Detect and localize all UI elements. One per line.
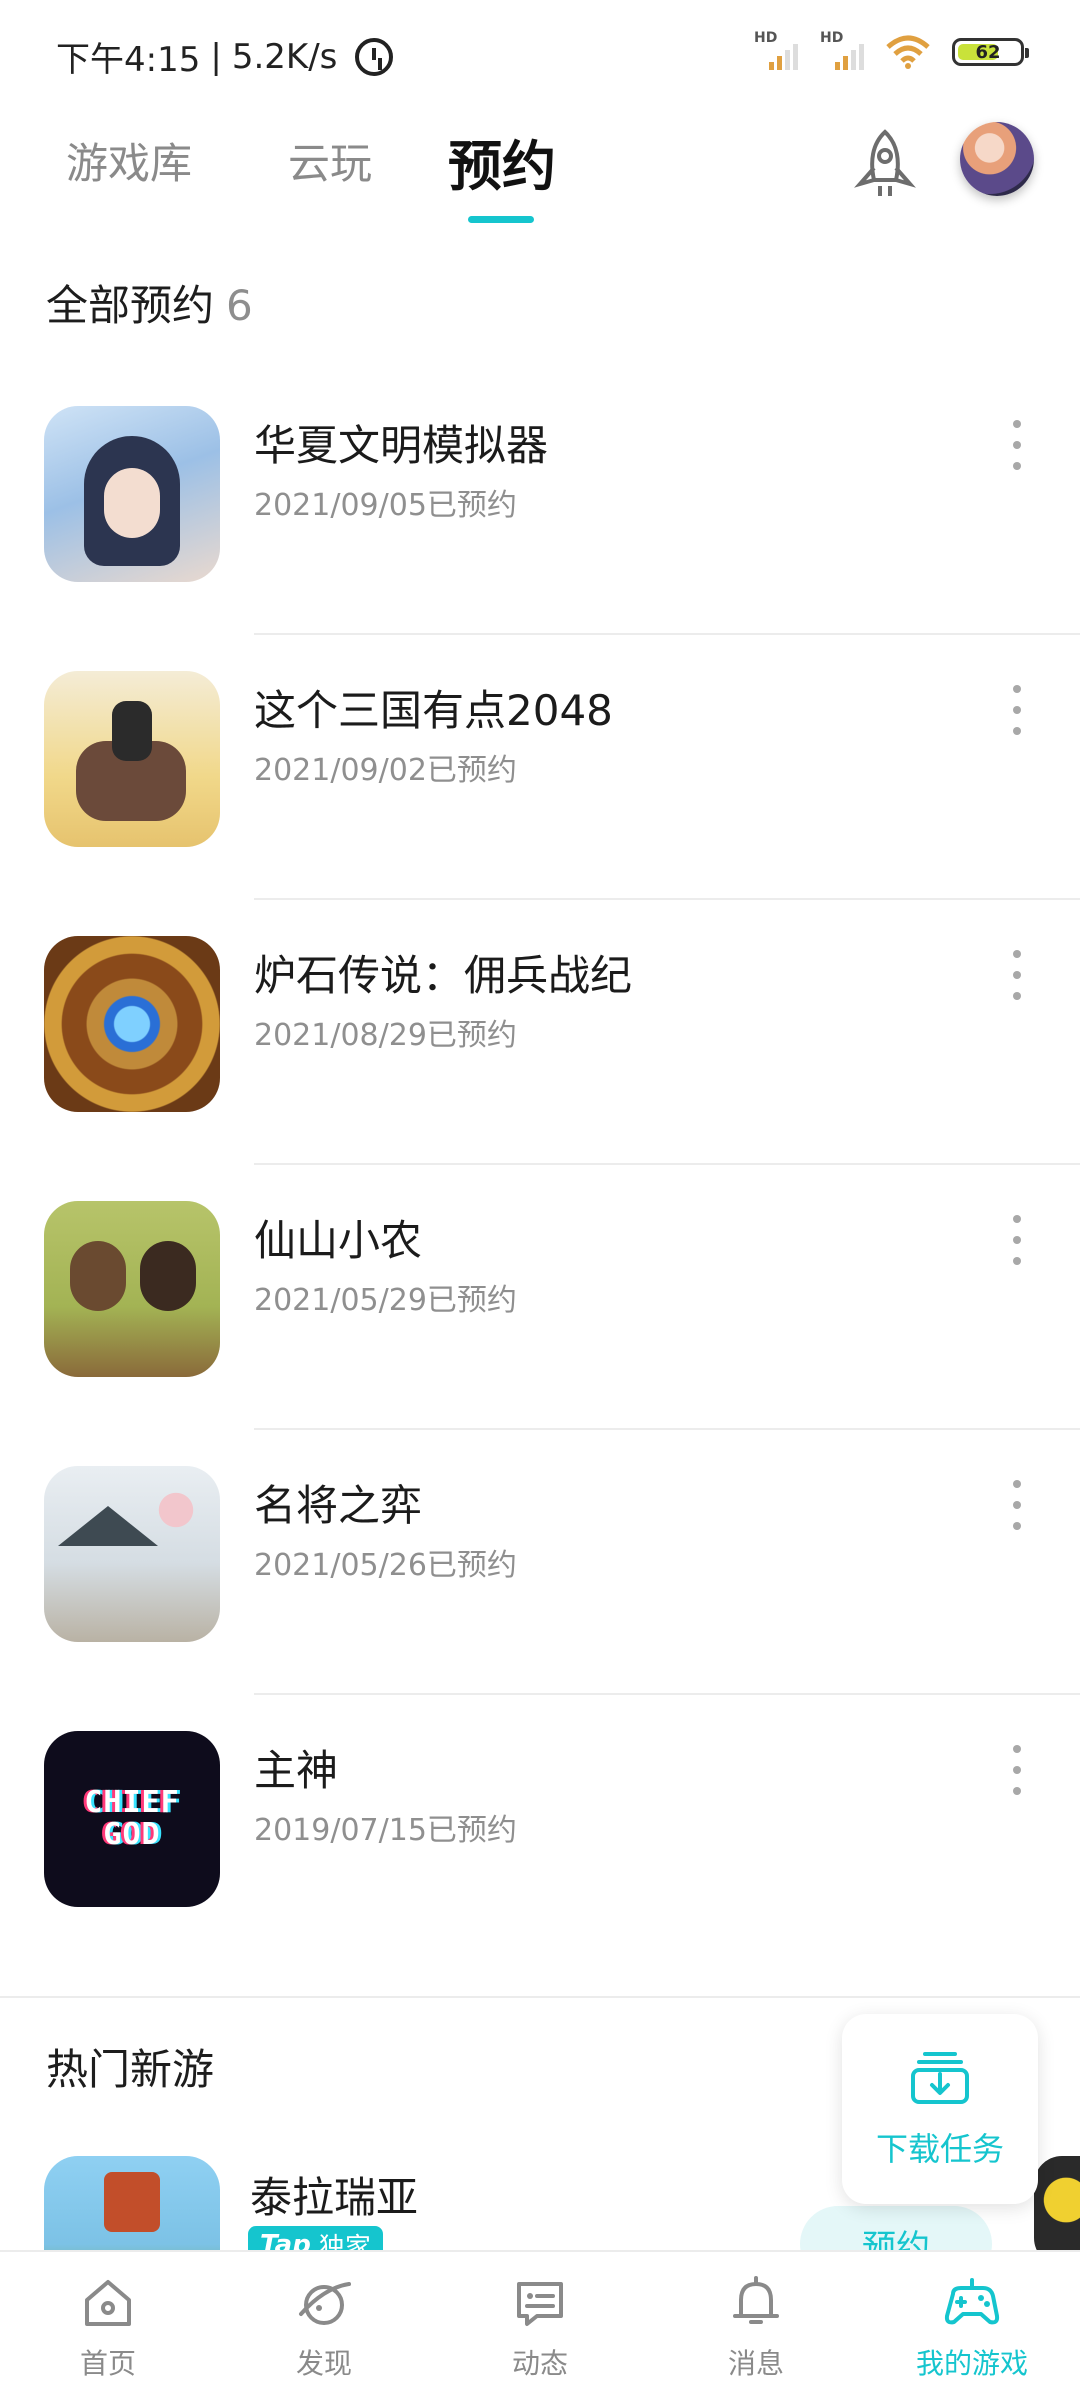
reservations-title: 全部预约: [46, 281, 215, 330]
nav-item-home[interactable]: 首页: [0, 2252, 216, 2400]
tab-game-library[interactable]: 游戏库: [66, 130, 192, 191]
reservation-date: 2021/09/05已预约: [254, 488, 517, 523]
game-name: 泰拉瑞亚: [250, 2173, 419, 2222]
download-icon: [909, 2048, 971, 2106]
nav-label-feed: 动态: [511, 2347, 568, 2380]
battery-level: 62: [975, 41, 1001, 63]
status-bar: 下午4:15 | 5.2K/s HD HD 62: [0, 0, 1080, 100]
reservation-date: 2019/07/15已预约: [254, 1813, 517, 1848]
chief-god-logo: CHIEF GOD: [84, 1785, 180, 1852]
reservations-count: 6: [226, 281, 253, 330]
bottom-nav: 首页 发现 动态 消息 我的游戏: [0, 2250, 1080, 2400]
gamepad-icon: [944, 2278, 1000, 2325]
reservation-date: 2021/09/02已预约: [254, 753, 517, 788]
game-icon[interactable]: [44, 1201, 220, 1377]
tab-reservations[interactable]: 预约: [448, 122, 556, 201]
game-name: 主神: [254, 1746, 339, 1795]
nav-item-my-games[interactable]: 我的游戏: [864, 2252, 1080, 2400]
game-icon[interactable]: [44, 671, 220, 847]
nav-label-my-games: 我的游戏: [915, 2347, 1028, 2380]
game-icon[interactable]: [44, 1466, 220, 1642]
reservation-date: 2021/05/26已预约: [254, 1548, 517, 1583]
network-speed: 5.2K/s: [231, 36, 338, 77]
nav-label-home: 首页: [79, 2347, 136, 2380]
tab-indicator: [468, 216, 534, 223]
reservations-header: 全部预约 6: [46, 272, 253, 333]
list-item[interactable]: 华夏文明模拟器 2021/09/05已预约: [0, 370, 1080, 635]
nav-item-discover[interactable]: 发现: [216, 2252, 432, 2400]
list-item[interactable]: CHIEF GOD 主神 2019/07/15已预约: [0, 1695, 1080, 1960]
game-icon[interactable]: CHIEF GOD: [44, 1731, 220, 1907]
signal-icon: HD: [754, 30, 798, 70]
reservation-list: 华夏文明模拟器 2021/09/05已预约 这个三国有点2048 2021/09…: [0, 370, 1080, 1960]
nav-item-messages[interactable]: 消息: [648, 2252, 864, 2400]
game-name: 华夏文明模拟器: [254, 421, 549, 470]
discover-icon: [299, 2282, 351, 2325]
nav-item-feed[interactable]: 动态: [432, 2252, 648, 2400]
status-separator: |: [210, 36, 222, 77]
bell-icon: [733, 2276, 779, 2324]
alarm-icon: [355, 37, 394, 76]
game-name: 仙山小农: [254, 1216, 423, 1265]
more-options-icon[interactable]: [1002, 420, 1032, 470]
more-options-icon[interactable]: [1002, 1745, 1032, 1795]
list-item[interactable]: 名将之弈 2021/05/26已预约: [0, 1430, 1080, 1695]
more-options-icon[interactable]: [1002, 950, 1032, 1000]
feed-icon: [517, 2282, 563, 2326]
list-item[interactable]: 这个三国有点2048 2021/09/02已预约: [0, 635, 1080, 900]
game-icon[interactable]: [44, 406, 220, 582]
top-tabs: 游戏库 云玩 预约: [0, 110, 1080, 230]
signal-icon: HD: [820, 30, 864, 70]
download-tasks-label: 下载任务: [875, 2130, 1004, 2168]
more-options-icon[interactable]: [1002, 685, 1032, 735]
download-tasks-button[interactable]: 下载任务: [842, 2014, 1038, 2204]
status-right: HD HD 62: [754, 30, 1029, 70]
battery-icon: 62: [952, 38, 1029, 66]
hot-new-title: 热门新游: [46, 2045, 215, 2094]
nav-label-discover: 发现: [295, 2347, 352, 2380]
game-name: 这个三国有点2048: [254, 686, 613, 735]
section-divider: [0, 1996, 1080, 1998]
nav-label-messages: 消息: [727, 2347, 784, 2380]
rocket-icon[interactable]: [852, 128, 918, 202]
reservation-date: 2021/08/29已预约: [254, 1018, 517, 1053]
avatar[interactable]: [960, 122, 1034, 196]
tab-cloud-play[interactable]: 云玩: [288, 130, 372, 191]
home-icon: [85, 2280, 131, 2326]
game-icon[interactable]: [44, 936, 220, 1112]
reservation-date: 2021/05/29已预约: [254, 1283, 517, 1318]
game-name: 炉石传说：佣兵战纪: [254, 951, 633, 1000]
wifi-icon: [886, 35, 930, 69]
more-options-icon[interactable]: [1002, 1215, 1032, 1265]
more-options-icon[interactable]: [1002, 1480, 1032, 1530]
list-item[interactable]: 仙山小农 2021/05/29已预约: [0, 1165, 1080, 1430]
status-left: 下午4:15 | 5.2K/s: [56, 32, 394, 81]
game-name: 名将之弈: [254, 1481, 423, 1530]
status-time: 下午4:15: [56, 40, 201, 80]
list-item[interactable]: 炉石传说：佣兵战纪 2021/08/29已预约: [0, 900, 1080, 1165]
